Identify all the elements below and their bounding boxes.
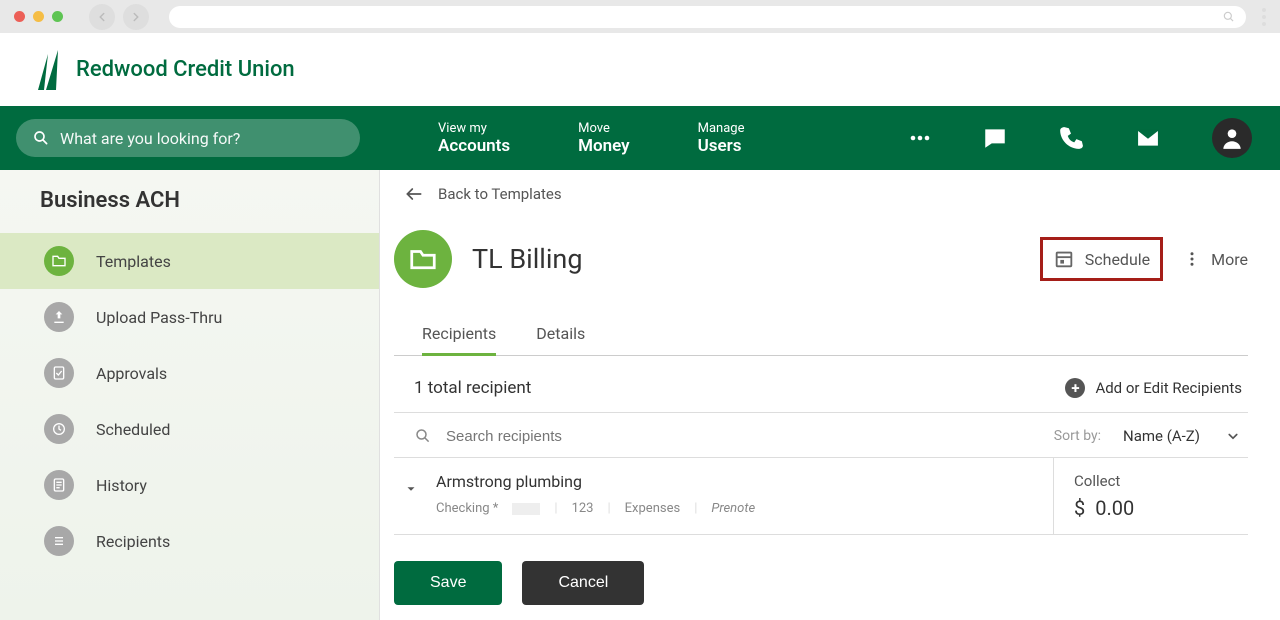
recipients-total-label: 1 total recipient: [414, 378, 531, 398]
browser-menu-button[interactable]: [1262, 8, 1266, 26]
sidebar-item-templates[interactable]: Templates: [0, 233, 379, 289]
sidebar-item-approvals[interactable]: Approvals: [0, 345, 379, 401]
folder-icon: [44, 246, 74, 276]
sidebar-item-upload[interactable]: Upload Pass-Thru: [0, 289, 379, 345]
primary-nav: What are you looking for? View my Accoun…: [0, 106, 1280, 170]
recipient-name: Armstrong plumbing: [436, 472, 755, 491]
logo-icon: [36, 50, 66, 90]
sidebar-title: Business ACH: [0, 170, 379, 233]
plus-icon: +: [1065, 378, 1085, 398]
nav-accounts-label: Accounts: [438, 136, 510, 156]
nav-accounts-subtitle: View my: [438, 121, 510, 136]
recipient-account-label: Checking *: [436, 501, 498, 516]
recipient-id: 123: [572, 501, 594, 516]
sidebar-item-scheduled[interactable]: Scheduled: [0, 401, 379, 457]
recipients-search-input[interactable]: [446, 428, 1040, 445]
mail-icon[interactable]: [1134, 124, 1162, 152]
sidebar: Business ACH Templates Upload Pass-Thru …: [0, 170, 380, 620]
nav-users-label: Users: [698, 136, 745, 156]
back-label: Back to Templates: [438, 185, 562, 203]
tabs: Recipients Details: [394, 300, 1248, 356]
window-close-button[interactable]: [14, 11, 25, 22]
nav-money-subtitle: Move: [578, 121, 629, 136]
nav-money[interactable]: Move Money: [578, 121, 629, 156]
schedule-button[interactable]: Schedule: [1040, 237, 1163, 281]
window-maximize-button[interactable]: [52, 11, 63, 22]
chevron-down-icon[interactable]: [1224, 427, 1242, 445]
nav-users-subtitle: Manage: [698, 121, 745, 136]
browser-nav-buttons: [89, 4, 149, 30]
nav-users[interactable]: Manage Users: [698, 121, 745, 156]
window-minimize-button[interactable]: [33, 11, 44, 22]
logo-area: Redwood Credit Union: [0, 33, 1280, 106]
chat-icon[interactable]: [982, 125, 1008, 151]
history-icon: [44, 470, 74, 500]
save-button[interactable]: Save: [394, 561, 502, 605]
search-icon: [32, 129, 50, 147]
calendar-icon: [1053, 248, 1075, 270]
brand-name: Redwood Credit Union: [76, 57, 295, 82]
more-label: More: [1211, 250, 1248, 269]
cancel-button[interactable]: Cancel: [522, 561, 644, 605]
collect-amount[interactable]: $0.00: [1074, 496, 1228, 520]
masked-account: [512, 503, 540, 515]
clock-icon: [44, 414, 74, 444]
sidebar-item-history[interactable]: History: [0, 457, 379, 513]
nav-accounts[interactable]: View my Accounts: [438, 121, 510, 156]
url-bar[interactable]: [169, 6, 1246, 28]
more-button[interactable]: More: [1183, 250, 1248, 269]
global-search[interactable]: What are you looking for?: [16, 119, 360, 157]
nav-money-label: Money: [578, 136, 629, 156]
url-search-icon: [1222, 10, 1236, 24]
sidebar-item-label: Recipients: [96, 532, 170, 551]
phone-icon[interactable]: [1058, 125, 1084, 151]
sidebar-item-label: Approvals: [96, 364, 167, 383]
sidebar-item-label: Templates: [96, 252, 171, 271]
sidebar-item-label: History: [96, 476, 147, 495]
tab-details[interactable]: Details: [536, 324, 585, 355]
sort-value[interactable]: Name (A-Z): [1123, 427, 1200, 445]
tab-recipients[interactable]: Recipients: [422, 324, 496, 355]
search-icon: [414, 427, 432, 445]
add-edit-label: Add or Edit Recipients: [1095, 379, 1242, 397]
check-clipboard-icon: [44, 358, 74, 388]
recipient-row: Armstrong plumbing Checking * | 123 | Ex…: [394, 458, 1248, 535]
arrow-left-icon: [404, 184, 424, 204]
list-icon: [44, 526, 74, 556]
main-content: Back to Templates TL Billing Schedule Mo…: [380, 170, 1280, 620]
more-vert-icon: [1183, 250, 1201, 268]
sidebar-item-label: Scheduled: [96, 420, 170, 439]
sort-label: Sort by:: [1054, 428, 1101, 444]
recipient-status: Prenote: [711, 501, 755, 516]
back-to-templates-link[interactable]: Back to Templates: [394, 170, 1248, 220]
template-folder-icon: [394, 230, 452, 288]
recipient-category: Expenses: [625, 501, 681, 516]
traffic-lights: [14, 11, 63, 22]
nav-more-icon[interactable]: [908, 126, 932, 150]
browser-back-button[interactable]: [89, 4, 115, 30]
collect-label: Collect: [1074, 472, 1228, 490]
upload-icon: [44, 302, 74, 332]
template-title: TL Billing: [472, 243, 1040, 275]
expand-recipient-button[interactable]: [404, 472, 426, 496]
browser-chrome: [0, 0, 1280, 33]
search-placeholder: What are you looking for?: [60, 129, 240, 148]
add-edit-recipients-button[interactable]: + Add or Edit Recipients: [1065, 378, 1242, 398]
schedule-label: Schedule: [1085, 250, 1150, 269]
avatar-button[interactable]: [1212, 118, 1252, 158]
sidebar-item-label: Upload Pass-Thru: [96, 308, 222, 327]
browser-forward-button[interactable]: [123, 4, 149, 30]
sidebar-item-recipients[interactable]: Recipients: [0, 513, 379, 569]
